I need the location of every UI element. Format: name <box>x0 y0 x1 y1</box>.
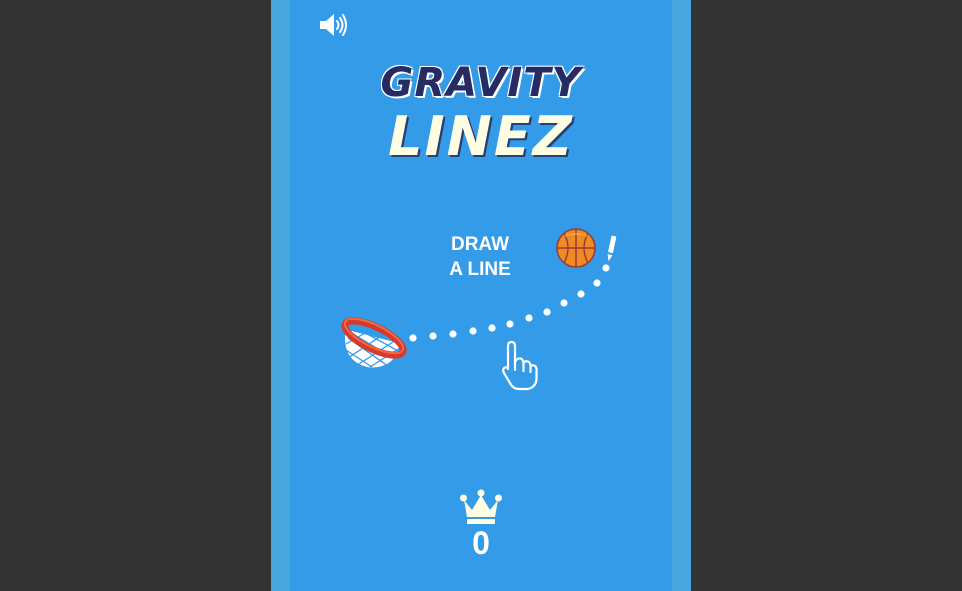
best-score-value: 0 <box>472 525 490 561</box>
tutorial-scene <box>341 228 617 391</box>
basketball-icon <box>556 228 596 268</box>
dotted-line <box>409 264 610 342</box>
crown-icon <box>460 489 502 524</box>
game-stage[interactable]: GRAVITY LINEZ DRAW A LINE 0 <box>290 0 672 591</box>
basketball-hoop-icon <box>341 317 407 368</box>
hand-pointer-icon <box>502 340 538 391</box>
pencil-icon <box>607 235 617 262</box>
